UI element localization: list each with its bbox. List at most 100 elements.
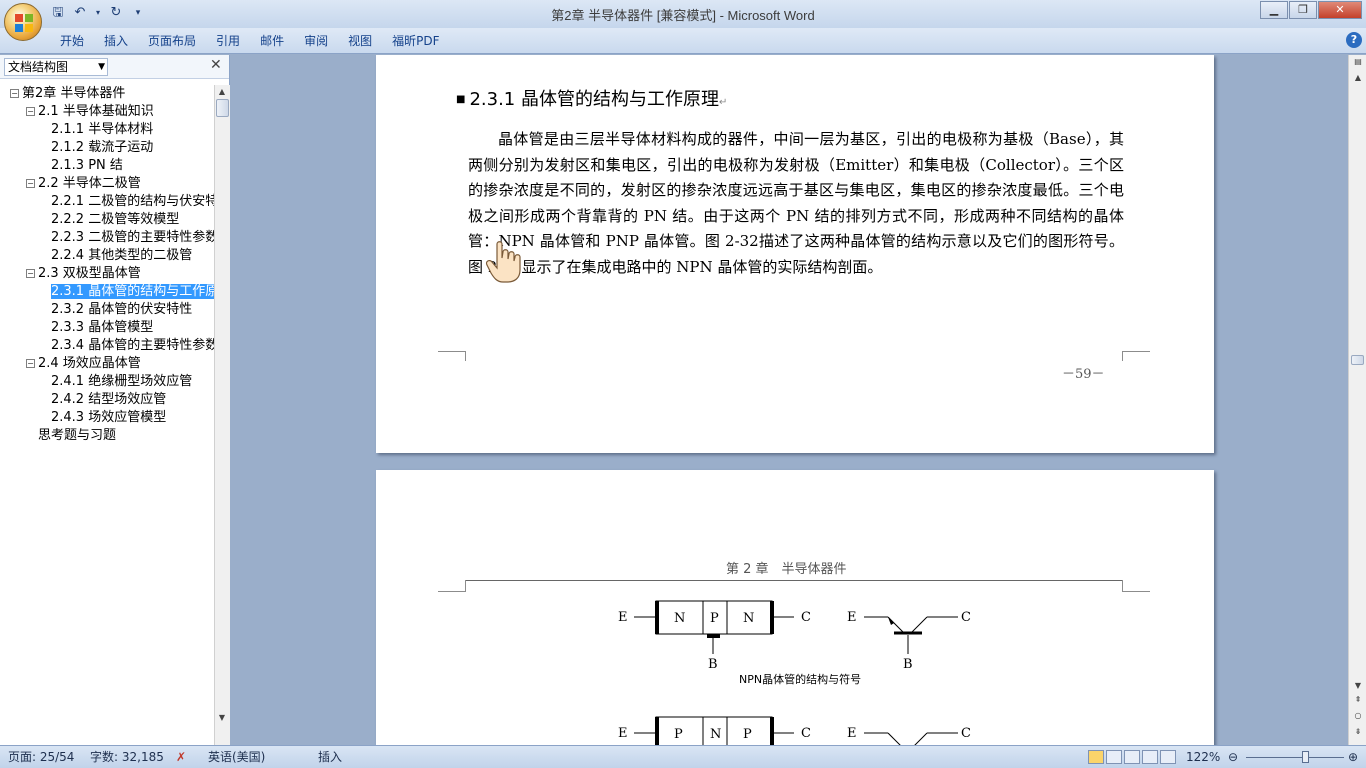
tab-view[interactable]: 视图 [338,32,382,50]
tab-page-layout[interactable]: 页面布局 [138,32,206,50]
select-browse-object-icon[interactable]: ○ [1351,711,1365,720]
scroll-up-icon[interactable]: ▲ [215,87,229,96]
scroll-down-icon[interactable]: ▼ [1351,681,1365,690]
close-icon[interactable]: ✕ [210,57,222,73]
pnp-emitter-label: E [618,726,628,741]
zoom-level[interactable]: 122% [1186,749,1220,765]
status-bar: 页面: 25/54 字数: 32,185 ✗ 英语(美国) 插入 122% ⊖ … [0,745,1366,768]
nav-item-label: 第2章 半导体器件 [22,86,126,101]
nav-item[interactable]: 2.3.3 晶体管模型 [51,319,153,337]
nav-item-label: 2.1.2 载流子运动 [51,140,154,155]
tab-foxit-pdf[interactable]: 福昕PDF [382,32,449,50]
previous-page-icon[interactable]: ⇞ [1351,695,1365,704]
help-icon[interactable]: ? [1346,32,1362,48]
tab-review[interactable]: 审阅 [294,32,338,50]
tab-home[interactable]: 开始 [50,32,94,50]
minimize-button[interactable]: ▁ [1260,1,1288,19]
scroll-down-icon[interactable]: ▼ [215,713,229,722]
nav-item[interactable]: −2.2 半导体二极管 [26,175,141,193]
ribbon-tabs: 开始 插入 页面布局 引用 邮件 审阅 视图 福昕PDF [50,32,450,50]
web-layout-icon[interactable] [1124,750,1140,764]
nav-item[interactable]: 2.1.3 PN 结 [51,157,123,175]
npn-n1-label: N [674,611,685,626]
insert-mode[interactable]: 插入 [318,749,342,765]
zoom-out-icon[interactable]: ⊖ [1228,749,1238,765]
page-header: 第 2 章 半导体器件 [726,562,847,577]
document-vertical-scrollbar[interactable]: ▤ ▲ ▼ ⇞ ○ ⇟ [1348,55,1366,745]
collapse-toggle-icon[interactable]: − [26,179,35,188]
nav-item[interactable]: −2.3 双极型晶体管 [26,265,141,283]
heading-text: 2.3.1 晶体管的结构与工作原理 [469,89,719,110]
npn-collector-label: C [801,610,811,625]
document-map-pane: 文档结构图 ▼ ✕ − 第2章 半导体器件 −2.1 半导体基础知识 2.1.1 半导… [0,55,230,745]
pnp-symbol-emitter-label: E [847,726,857,741]
scrollbar-thumb[interactable] [216,99,229,117]
nav-mode-select[interactable]: 文档结构图 ▼ [4,58,108,76]
nav-item[interactable]: 2.1.1 半导体材料 [51,121,153,139]
collapse-toggle-icon[interactable]: − [26,359,35,368]
nav-item[interactable]: 2.1.2 载流子运动 [51,139,153,157]
nav-item-label: 2.3 双极型晶体管 [38,266,141,281]
tab-insert[interactable]: 插入 [94,32,138,50]
nav-item[interactable]: 2.2.1 二极管的结构与伏安特 [51,193,214,211]
nav-item-label: 2.2.3 二极管的主要特性参数 [51,230,214,245]
zoom-slider-thumb[interactable] [1301,751,1309,763]
nav-item-label: 2.2.1 二极管的结构与伏安特 [51,194,214,209]
nav-item-label: 2.3.3 晶体管模型 [51,320,154,335]
proofing-icon[interactable]: ✗ [176,749,186,765]
nav-item-label: 思考题与习题 [38,428,117,443]
language-indicator[interactable]: 英语(美国) [208,749,265,765]
nav-item[interactable]: 2.2.4 其他类型的二极管 [51,247,192,265]
nav-item[interactable]: 2.4.2 结型场效应管 [51,391,166,409]
nav-item[interactable]: 2.4.3 场效应管模型 [51,409,166,427]
crop-mark [438,351,466,361]
npn-symbol-emitter-label: E [847,610,857,625]
nav-item-label: 2.4.1 绝缘栅型场效应管 [51,374,193,389]
pnp-symbol-collector-label: C [961,726,971,741]
draft-view-icon[interactable] [1160,750,1176,764]
collapse-toggle-icon[interactable]: − [26,269,35,278]
document-map-tree: − 第2章 半导体器件 −2.1 半导体基础知识 2.1.1 半导体材料 2.1.2 载… [0,85,214,733]
nav-vertical-scrollbar[interactable]: ▲ ▼ [214,85,230,745]
zoom-in-icon[interactable]: ⊕ [1348,749,1358,765]
pnp-collector-label: C [801,726,811,741]
page-60[interactable]: 第 2 章 半导体器件 E N P N C B E C B NPN晶体管的结构与… [376,470,1214,745]
document-area[interactable]: ■ 2.3.1 晶体管的结构与工作原理↵ 晶体管是由三层半导体材料构成的器件，中间… [236,55,1348,745]
window-controls: ▁ ❐ ✕ [1259,1,1362,19]
nav-item[interactable]: 2.2.2 二极管等效模型 [51,211,179,229]
nav-item[interactable]: 2.3.4 晶体管的主要特性参数 [51,337,214,355]
scroll-up-icon[interactable]: ▲ [1351,73,1365,82]
zoom-slider[interactable] [1246,751,1344,763]
pnp-p1-label: P [674,727,683,742]
section-heading: ■ 2.3.1 晶体管的结构与工作原理↵ [456,85,727,111]
nav-item[interactable]: 2.3.2 晶体管的伏安特性 [51,301,192,319]
nav-item[interactable]: 思考题与习题 [38,427,116,445]
print-layout-view-icon[interactable] [1088,750,1104,764]
tab-references[interactable]: 引用 [206,32,250,50]
next-page-icon[interactable]: ⇟ [1351,727,1365,736]
title-bar: 🖫 ↶ ▾ ↻ ▾ 第2章 半导体器件 [兼容模式] - Microsoft W… [0,0,1366,28]
nav-item-label: 2.2 半导体二极管 [38,176,141,191]
full-screen-reading-icon[interactable] [1106,750,1122,764]
restore-button[interactable]: ❐ [1289,1,1317,19]
scrollbar-thumb[interactable] [1351,355,1364,365]
office-button[interactable] [4,3,42,41]
npn-p-label: P [710,611,719,626]
outline-view-icon[interactable] [1142,750,1158,764]
collapse-toggle-icon[interactable]: − [10,89,19,98]
tab-mailings[interactable]: 邮件 [250,32,294,50]
nav-item[interactable]: 2.4.1 绝缘栅型场效应管 [51,373,192,391]
ruler-toggle-icon[interactable]: ▤ [1351,57,1365,66]
close-button[interactable]: ✕ [1318,1,1362,19]
nav-item-label: 2.1 半导体基础知识 [38,104,154,119]
nav-item[interactable]: −2.1 半导体基础知识 [26,103,154,121]
nav-item-label: 2.2.4 其他类型的二极管 [51,248,193,263]
word-count[interactable]: 字数: 32,185 [90,749,164,765]
nav-item[interactable]: 2.2.3 二极管的主要特性参数 [51,229,214,247]
nav-item[interactable]: −2.4 场效应晶体管 [26,355,141,373]
collapse-toggle-icon[interactable]: − [26,107,35,116]
nav-item[interactable]: − 第2章 半导体器件 [10,85,125,103]
page-count[interactable]: 页面: 25/54 [8,749,74,765]
nav-item[interactable]: 2.3.1 晶体管的结构与工作原 [51,283,214,301]
header-rule [466,580,1122,581]
